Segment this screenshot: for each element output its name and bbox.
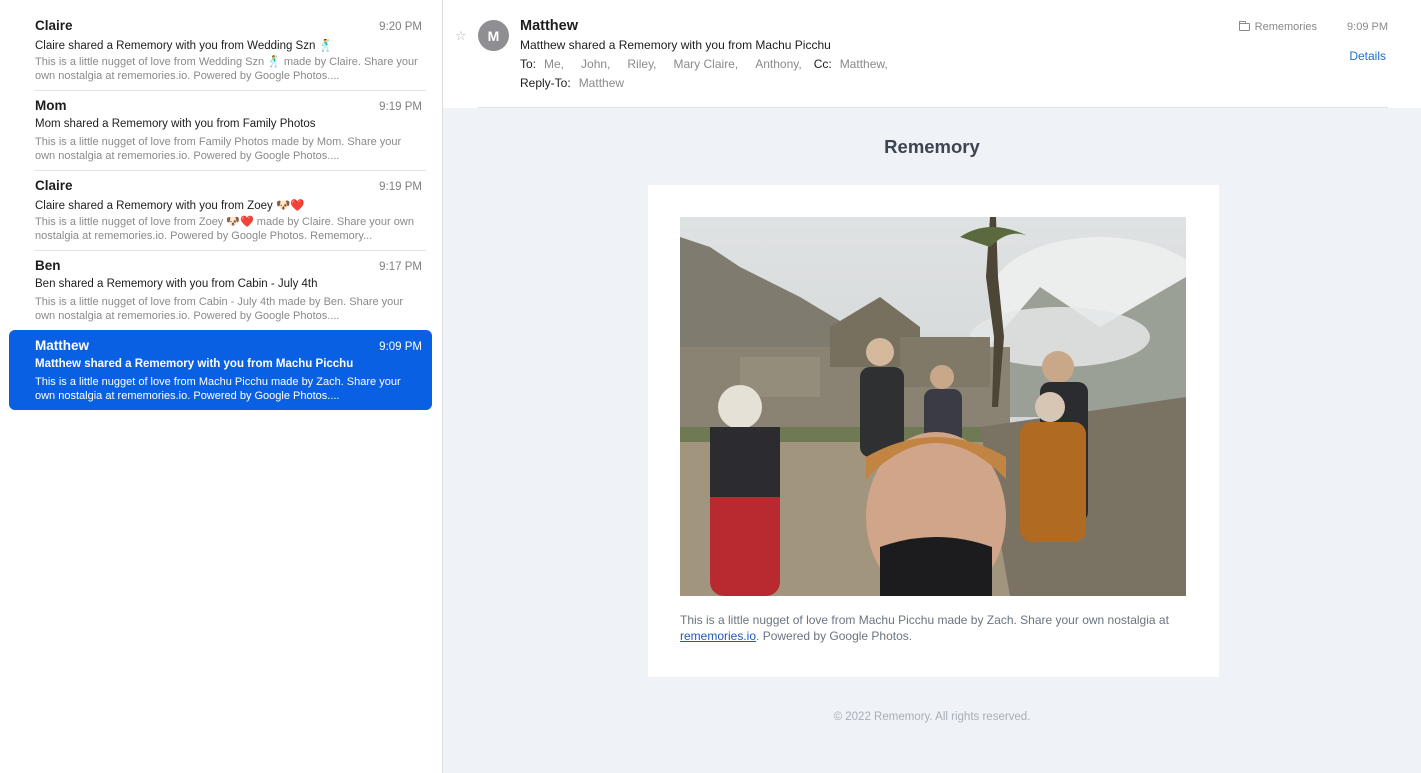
- message-item[interactable]: Claire 9:20 PM Claire shared a Rememory …: [9, 10, 432, 90]
- message-subject: Ben shared a Rememory with you from Cabi…: [35, 278, 318, 290]
- rememories-link[interactable]: rememories.io: [680, 629, 756, 643]
- message-time: 9:17 PM: [379, 261, 422, 273]
- header-from: Matthew: [520, 18, 578, 34]
- folder-icon: [1238, 21, 1250, 31]
- mail-app: Claire 9:20 PM Claire shared a Rememory …: [0, 0, 1421, 773]
- header-subject: Matthew shared a Rememory with you from …: [520, 38, 831, 52]
- recipient[interactable]: Riley,: [627, 57, 656, 76]
- caption-text: This is a little nugget of love from Mac…: [680, 613, 1169, 627]
- message-time: 9:19 PM: [379, 101, 422, 113]
- details-link[interactable]: Details: [1349, 49, 1386, 63]
- to-label: To:: [520, 57, 537, 71]
- message-subject: Claire shared a Rememory with you from W…: [35, 40, 333, 52]
- reply-to-line: Reply-To: Matthew: [520, 76, 905, 95]
- email-card: This is a little nugget of love from Mac…: [648, 185, 1219, 677]
- reading-pane: ☆ M Matthew Matthew shared a Rememory wi…: [443, 0, 1421, 773]
- message-preview: This is a little nugget of love from Zoe…: [35, 216, 414, 242]
- caption-text-end: . Powered by Google Photos.: [756, 629, 913, 643]
- message-preview: This is a little nugget of love from Mac…: [35, 376, 401, 402]
- message-preview: This is a little nugget of love from Cab…: [35, 296, 404, 322]
- star-icon[interactable]: ☆: [455, 28, 467, 44]
- mailbox-folder[interactable]: Rememories: [1255, 21, 1317, 33]
- header-time: 9:09 PM: [1347, 21, 1388, 33]
- message-sender: Ben: [35, 258, 61, 273]
- recipient[interactable]: Me,: [544, 57, 564, 76]
- cc-recipient[interactable]: Matthew,: [840, 57, 888, 76]
- reply-to-recipient[interactable]: Matthew: [579, 76, 624, 95]
- recipient[interactable]: Anthony,: [755, 57, 801, 76]
- message-item[interactable]: Mom 9:19 PM Mom shared a Rememory with y…: [9, 90, 432, 170]
- email-footer: © 2022 Rememory. All rights reserved.: [833, 711, 1031, 723]
- recipient[interactable]: John,: [581, 57, 610, 76]
- message-sender: Matthew: [35, 338, 89, 353]
- reply-to-label: Reply-To:: [520, 76, 571, 90]
- message-subject: Mom shared a Rememory with you from Fami…: [35, 118, 316, 130]
- message-sender: Claire: [35, 178, 73, 193]
- message-sender: Claire: [35, 18, 73, 33]
- message-sender: Mom: [35, 98, 67, 113]
- message-time: 9:19 PM: [379, 181, 422, 193]
- recipients-line: To: Me, John, Riley, Mary Claire, Anthon…: [520, 57, 905, 76]
- cc-label: Cc:: [813, 57, 832, 71]
- email-brand-title: Rememory: [884, 136, 980, 157]
- message-list: Claire 9:20 PM Claire shared a Rememory …: [0, 0, 443, 773]
- message-item[interactable]: Ben 9:17 PM Ben shared a Rememory with y…: [9, 250, 432, 330]
- message-header: ☆ M Matthew Matthew shared a Rememory wi…: [443, 0, 1421, 108]
- machu-picchu-group-photo: [680, 217, 1186, 596]
- message-subject: Claire shared a Rememory with you from Z…: [35, 200, 305, 212]
- message-item[interactable]: Claire 9:19 PM Claire shared a Rememory …: [9, 170, 432, 250]
- recipient[interactable]: Mary Claire,: [674, 57, 739, 76]
- message-preview: This is a little nugget of love from Wed…: [35, 56, 418, 82]
- message-time: 9:09 PM: [379, 341, 422, 353]
- message-item-selected[interactable]: Matthew 9:09 PM Matthew shared a Rememor…: [9, 330, 432, 410]
- message-preview: This is a little nugget of love from Fam…: [35, 136, 402, 162]
- email-body: Rememory This is a little nugget of love…: [443, 108, 1421, 773]
- message-time: 9:20 PM: [379, 21, 422, 33]
- avatar: M: [478, 20, 509, 51]
- message-subject: Matthew shared a Rememory with you from …: [35, 358, 354, 370]
- email-caption: This is a little nugget of love from Mac…: [680, 612, 1190, 644]
